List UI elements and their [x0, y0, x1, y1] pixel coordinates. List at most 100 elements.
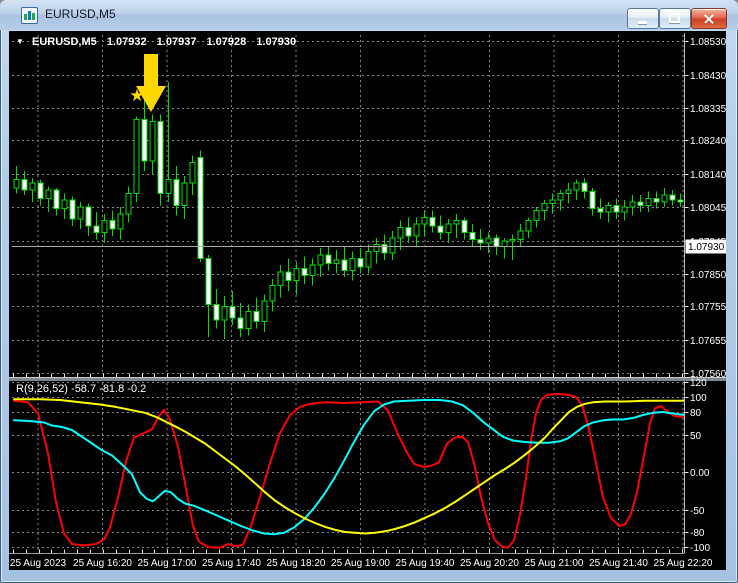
- indicator-scale-label: 80: [690, 408, 702, 419]
- candle-body: [381, 244, 388, 254]
- candle-body: [405, 227, 412, 237]
- pane-separator-bar[interactable]: [9, 378, 726, 381]
- candle-body: [357, 257, 364, 268]
- price-axis-label: 1.08140: [690, 170, 726, 181]
- maximize-icon: [669, 13, 680, 23]
- pane-separator[interactable]: [9, 377, 726, 378]
- price-axis-label: 1.07655: [690, 336, 726, 347]
- maximize-button[interactable]: [659, 8, 691, 29]
- symbol-collapse-arrow-icon[interactable]: ▼: [16, 37, 24, 46]
- time-axis-label: 25 Aug 20:20: [460, 558, 519, 569]
- candle-body: [197, 156, 204, 259]
- candle-body: [101, 220, 108, 234]
- candle-body: [189, 162, 196, 184]
- quote-open: 1.07932: [106, 36, 147, 48]
- candle-body: [581, 182, 588, 193]
- indicator-scale-label: -100: [690, 543, 710, 554]
- candle-body: [93, 225, 100, 234]
- price-axis-label: 1.08240: [690, 136, 726, 147]
- quote-low: 1.07928: [206, 36, 247, 48]
- indicator-scale-label: 50: [690, 431, 702, 442]
- candle-body: [517, 230, 524, 241]
- candle-body: [133, 119, 140, 194]
- candle-body: [493, 237, 500, 247]
- price-axis-label: 1.08530: [690, 37, 726, 48]
- candle-body: [533, 209, 540, 222]
- chart-window-icon: [21, 7, 38, 24]
- candle-body: [269, 285, 276, 302]
- candle-body: [525, 220, 532, 232]
- indicator-scale-label: -80: [690, 528, 705, 539]
- price-axis-label: 1.07755: [690, 302, 726, 313]
- candle-body: [205, 257, 212, 306]
- candle-body: [117, 213, 124, 230]
- candle-body: [85, 206, 92, 227]
- candle-body: [61, 199, 68, 210]
- candle-body: [557, 192, 564, 201]
- candle-body: [109, 220, 116, 230]
- candle-body: [181, 182, 188, 206]
- candle-body: [549, 199, 556, 205]
- candle-body: [213, 304, 220, 321]
- time-axis-label: 25 Aug 19:00: [331, 558, 390, 569]
- candle-body: [421, 216, 428, 225]
- candle-body: [301, 268, 308, 276]
- window-titlebar[interactable]: EURUSD,M5: [0, 0, 738, 30]
- chart-canvas[interactable]: 1.08530 1.08430 1.08335 1.08240 1.08140 1.080…: [9, 31, 726, 570]
- candle-body: [69, 199, 76, 220]
- candle-body: [53, 189, 60, 210]
- candle-body: [573, 182, 580, 191]
- candle-body: [637, 201, 644, 206]
- price-axis-label: 1.08335: [690, 104, 726, 115]
- candle-body: [629, 201, 636, 208]
- current-price-value: 1.07930: [688, 242, 725, 253]
- time-axis-label: 25 Aug 17:40: [202, 558, 261, 569]
- candle-body: [165, 179, 172, 194]
- star-icon: ★: [129, 86, 144, 106]
- candle-body: [229, 305, 236, 319]
- candle-body: [77, 206, 84, 220]
- candle-body: [589, 191, 596, 210]
- candle-body: [645, 197, 652, 206]
- time-axis[interactable]: 25 Aug 2023 25 Aug 16:20 25 Aug 17:00 25 Au…: [10, 558, 713, 569]
- candle-body: [485, 237, 492, 244]
- indicator-scale-label: 0.00: [690, 468, 710, 479]
- quote-symbol: EURUSD,M5: [31, 36, 97, 48]
- terminal-chart-window: EURUSD,M5 1.08530 1.08430 1.08335 1.08240 1.…: [0, 0, 738, 583]
- price-axis-label: 1.08430: [690, 71, 726, 82]
- minimize-icon: [638, 21, 647, 24]
- candle-body: [349, 257, 356, 271]
- candle-body: [341, 259, 348, 271]
- candle-body: [29, 182, 36, 191]
- indicator-scale-label: 100: [690, 393, 707, 404]
- candle-body: [173, 179, 180, 206]
- candle-body: [669, 194, 676, 201]
- candle-body: [461, 220, 468, 234]
- time-axis-label: 25 Aug 18:20: [267, 558, 326, 569]
- candle-body: [37, 182, 44, 199]
- minimize-button[interactable]: [627, 8, 659, 29]
- quote-high: 1.07937: [156, 36, 197, 48]
- candle-body: [413, 223, 420, 237]
- candle-body: [221, 305, 228, 321]
- price-axis-label: 1.07850: [690, 270, 726, 281]
- candle-body: [277, 271, 284, 287]
- time-axis-label: 25 Aug 21:40: [589, 558, 648, 569]
- candle-body: [437, 225, 444, 234]
- window-title: EURUSD,M5: [45, 7, 116, 21]
- candle-body: [373, 244, 380, 252]
- quote-bar: ▼ EURUSD,M5 1.07932 1.07937 1.07928 1.07…: [16, 36, 303, 48]
- candle-body: [149, 120, 156, 162]
- time-axis-label: 25 Aug 19:40: [396, 558, 455, 569]
- candle-body: [157, 120, 164, 194]
- candle-body: [605, 204, 612, 213]
- time-axis-label: 25 Aug 2023: [10, 558, 67, 569]
- time-axis-label: 25 Aug 16:20: [73, 558, 132, 569]
- candle-body: [45, 189, 52, 199]
- candle-body: [445, 223, 452, 234]
- candle-body: [509, 239, 516, 242]
- candle-body: [13, 179, 20, 189]
- time-axis-label: 25 Aug 17:00: [138, 558, 197, 569]
- candle-body: [501, 240, 508, 247]
- close-button[interactable]: [691, 8, 727, 29]
